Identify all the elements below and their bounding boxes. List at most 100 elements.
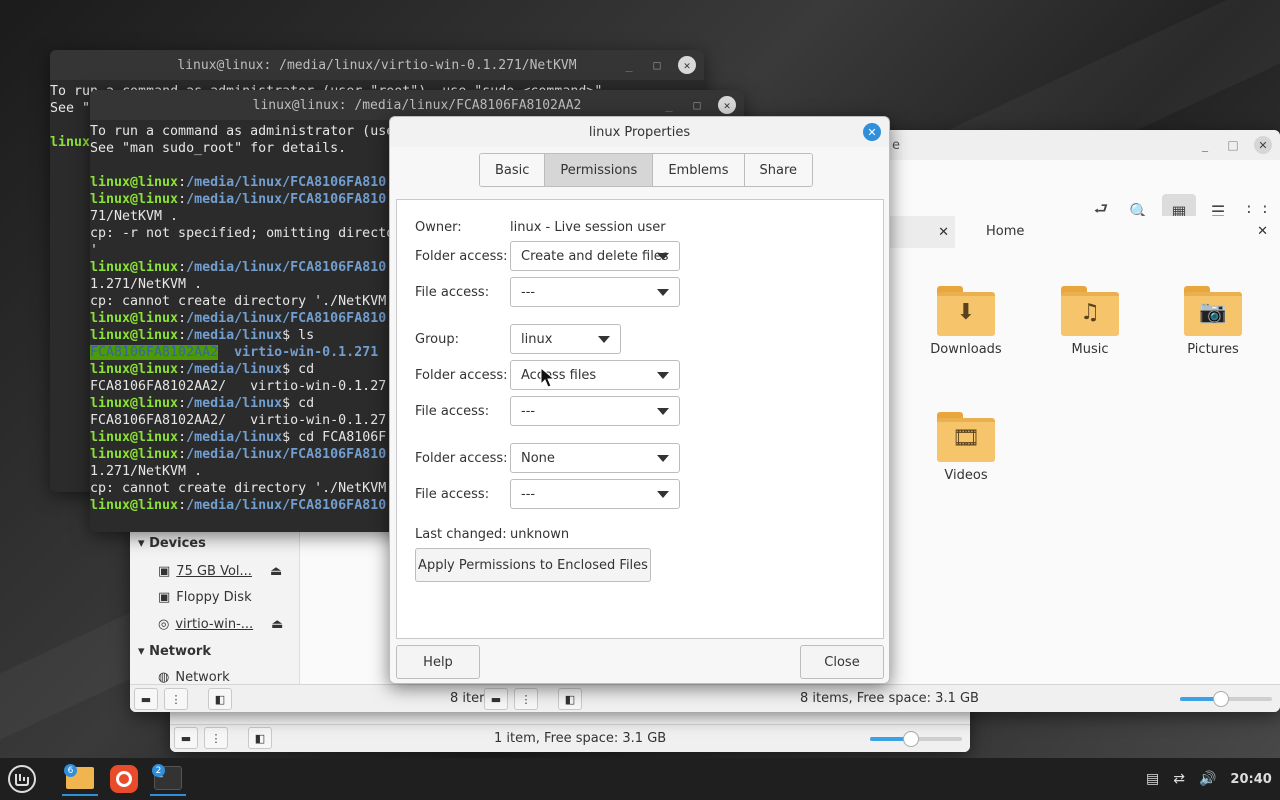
disc-icon: ◎: [158, 617, 170, 632]
taskbar-files[interactable]: 6: [62, 762, 98, 796]
zoom-slider-knob[interactable]: [903, 731, 920, 747]
tab-share[interactable]: Share: [744, 154, 813, 186]
window-count-badge: 6: [64, 764, 77, 777]
sidebar-toggle-button[interactable]: ◧: [558, 688, 582, 710]
sidebar-item-virtio[interactable]: ◎ virtio-win-... ⏏: [158, 617, 283, 632]
camera-icon: 📷: [1184, 286, 1242, 336]
minimize-button[interactable]: _: [1198, 138, 1212, 152]
group-file-access-label: File access:: [415, 404, 490, 419]
sidebar-header-devices[interactable]: ▾ Devices: [138, 536, 206, 551]
terminal-output: To run a command as administrator (use S…: [90, 124, 395, 513]
tab-permissions[interactable]: Permissions: [545, 154, 654, 186]
owner-file-access-label: File access:: [415, 285, 490, 300]
taskbar-firefox[interactable]: [106, 762, 142, 796]
places-toggle-button[interactable]: ▬: [484, 688, 508, 710]
apply-permissions-button[interactable]: Apply Permissions to Enclosed Files: [415, 548, 651, 582]
mouse-cursor-icon: [540, 367, 556, 388]
close-tab-icon[interactable]: ✕: [1257, 224, 1268, 239]
window-title: linux@linux: /media/linux/virtio-win-0.1…: [177, 57, 577, 73]
window-title: linux@linux: /media/linux/FCA8106FA8102A…: [252, 97, 582, 113]
folder-label: Downloads: [930, 342, 1002, 357]
zoom-slider[interactable]: [1180, 691, 1272, 707]
close-tab-icon[interactable]: ✕: [938, 225, 949, 240]
owner-file-access-select[interactable]: ---: [510, 277, 680, 307]
group-label: Group:: [415, 332, 459, 347]
download-icon: ⬇: [937, 286, 995, 336]
folder-label: Music: [1071, 342, 1109, 357]
tab-basic[interactable]: Basic: [480, 154, 546, 186]
sidebar-item-volume[interactable]: ▣ 75 GB Vol... ⏏: [158, 564, 282, 579]
places-toggle-button[interactable]: ▬: [134, 688, 158, 710]
tab-previous[interactable]: ✕: [890, 216, 955, 248]
mint-logo-icon: [8, 765, 36, 793]
clock[interactable]: 20:40: [1230, 772, 1271, 787]
drive-icon: ▣: [158, 564, 171, 579]
close-dialog-button[interactable]: ✕: [863, 123, 881, 141]
group-file-access-select[interactable]: ---: [510, 396, 680, 426]
maximize-button[interactable]: □: [1226, 138, 1240, 152]
sidebar-toggle-button[interactable]: ◧: [248, 727, 272, 749]
tab-home[interactable]: Home ✕: [956, 216, 1278, 248]
status-text-left: 8 iter: [450, 691, 485, 706]
group-select[interactable]: linux: [510, 324, 621, 354]
zoom-slider[interactable]: [870, 731, 962, 747]
close-button[interactable]: Close: [800, 645, 884, 679]
close-window-button[interactable]: ✕: [1254, 136, 1272, 154]
volume-icon[interactable]: 🔊: [1199, 771, 1216, 787]
dialog-tabs: Basic Permissions Emblems Share: [479, 153, 814, 187]
notes-icon[interactable]: ▤: [1146, 771, 1159, 787]
taskbar: 6 _ 2 ▤ ⇄ 🔊 20:40: [0, 758, 1280, 800]
owner-folder-access-select[interactable]: Create and delete files: [510, 241, 680, 271]
window-title: e: [892, 137, 900, 153]
help-button[interactable]: Help: [396, 645, 480, 679]
terminal-titlebar: linux@linux: /media/linux/virtio-win-0.1…: [50, 50, 704, 80]
others-file-access-select[interactable]: ---: [510, 479, 680, 509]
window-controls: ✕: [863, 117, 881, 147]
minimize-button[interactable]: _: [662, 98, 676, 112]
tree-toggle-button[interactable]: ⋮: [204, 727, 228, 749]
window-count-badge: 2: [152, 764, 165, 777]
music-icon: ♫: [1061, 286, 1119, 336]
last-changed-value: unknown: [510, 527, 570, 542]
taskbar-terminal[interactable]: _ 2: [150, 762, 186, 796]
eject-icon[interactable]: ⏏: [270, 564, 282, 579]
tab-home-label: Home: [986, 223, 1025, 239]
back-status-text: 1 item, Free space: 3.1 GB: [494, 731, 667, 746]
owner-label: Owner:: [415, 220, 462, 235]
folder-pictures[interactable]: 📷 Pictures: [1158, 286, 1268, 357]
maximize-button[interactable]: □: [650, 58, 664, 72]
folder-downloads[interactable]: ⬇ Downloads: [911, 286, 1021, 357]
window-controls: _ □ ✕: [622, 50, 696, 80]
window-controls: _ □ ✕: [1198, 130, 1272, 160]
sidebar-header-network[interactable]: ▾ Network: [138, 644, 211, 659]
chevron-down-icon: [657, 289, 669, 296]
film-icon: 🎞: [937, 412, 995, 462]
eject-icon[interactable]: ⏏: [271, 617, 283, 632]
dialog-titlebar: linux Properties: [390, 117, 889, 147]
close-window-button[interactable]: ✕: [718, 96, 736, 114]
last-changed-label: Last changed:: [415, 527, 507, 542]
chevron-down-icon: [657, 455, 669, 462]
statusbar: ▬ ⋮ ◧ 8 iter ▬ ⋮ ◧ 8 items, Free space: …: [130, 684, 1280, 712]
maximize-button[interactable]: □: [690, 98, 704, 112]
tab-emblems[interactable]: Emblems: [653, 154, 745, 186]
owner-folder-access-label: Folder access:: [415, 249, 508, 264]
chevron-down-icon: [657, 253, 669, 260]
tree-toggle-button[interactable]: ⋮: [164, 688, 188, 710]
tree-toggle-button[interactable]: ⋮: [514, 688, 538, 710]
chevron-down-icon: [657, 408, 669, 415]
places-toggle-button[interactable]: ▬: [174, 727, 198, 749]
network-icon[interactable]: ⇄: [1173, 771, 1185, 787]
others-folder-access-select[interactable]: None: [510, 443, 680, 473]
folder-videos[interactable]: 🎞 Videos: [911, 412, 1021, 483]
zoom-slider-knob[interactable]: [1213, 691, 1230, 707]
minimize-button[interactable]: _: [622, 58, 636, 72]
sidebar-item-network[interactable]: ◍ Network: [158, 670, 230, 685]
close-window-button[interactable]: ✕: [678, 56, 696, 74]
sidebar-item-floppy[interactable]: ▣ Floppy Disk: [158, 590, 252, 605]
back-statusbar: ▬ ⋮ ◧ 1 item, Free space: 3.1 GB: [170, 724, 970, 752]
menu-button[interactable]: [4, 762, 40, 796]
group-folder-access-select[interactable]: Access files: [510, 360, 680, 390]
folder-music[interactable]: ♫ Music: [1035, 286, 1145, 357]
sidebar-toggle-button[interactable]: ◧: [208, 688, 232, 710]
